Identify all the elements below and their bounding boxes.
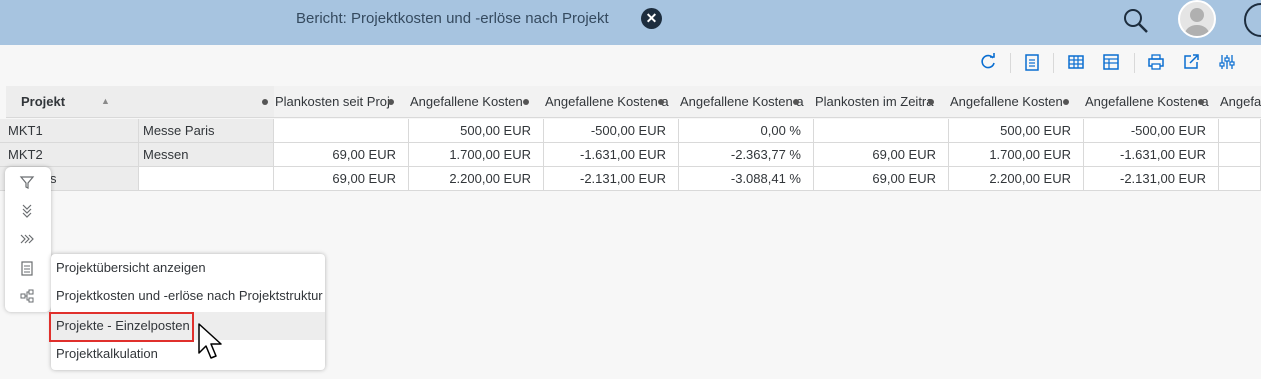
expand-right-icon[interactable] (19, 231, 35, 247)
table-settings-icon[interactable] (1101, 52, 1121, 72)
column-header-label: Angefallene Kosten (410, 94, 523, 109)
hierarchy-icon[interactable] (19, 288, 35, 304)
filter-icon[interactable] (19, 174, 35, 190)
value-cell: 69,00 EUR (814, 167, 949, 191)
close-icon[interactable]: ✕ (641, 8, 662, 29)
column-menu-icon[interactable] (262, 99, 268, 105)
column-menu-icon[interactable] (928, 99, 934, 105)
project-id-cell: MKT2 (0, 143, 139, 167)
column-header-label: Angefallene Kosten a (545, 94, 669, 109)
column-header[interactable]: Plankosten seit Proj (274, 86, 409, 118)
value-cell: 0,00 % (679, 119, 814, 143)
menu-item-projektkosten-struktur[interactable]: Projektkosten und -erlöse nach Projektst… (51, 282, 325, 310)
value-cell (1219, 119, 1261, 143)
table-toolbar (0, 45, 1261, 79)
value-cell (274, 119, 409, 143)
value-cell: 2.200,00 EUR (409, 167, 544, 191)
value-cell: -1.631,00 EUR (544, 143, 679, 167)
column-menu-icon[interactable] (1198, 99, 1204, 105)
column-header-label: Projekt (21, 94, 66, 109)
table-icon[interactable] (1066, 52, 1086, 72)
column-header-label: Angefallene Kosten a (680, 94, 804, 109)
toolbar-separator (1134, 53, 1135, 73)
value-cell: -500,00 EUR (544, 119, 679, 143)
value-cell: -500,00 EUR (1084, 119, 1219, 143)
value-cell: 69,00 EUR (274, 167, 409, 191)
value-cell (814, 119, 949, 143)
table-row[interactable]: MKT2 Messen 69,00 EUR 1.700,00 EUR -1.63… (0, 143, 1261, 167)
value-cell: 1.700,00 EUR (409, 143, 544, 167)
column-header-label: Angefallene Kosten a (1085, 94, 1209, 109)
value-cell: 69,00 EUR (274, 143, 409, 167)
value-cell: 69,00 EUR (814, 143, 949, 167)
page-title: Bericht: Projektkosten und -erlöse nach … (296, 10, 609, 27)
highlight-annotation (49, 312, 194, 342)
value-cell: 2.200,00 EUR (949, 167, 1084, 191)
column-menu-icon[interactable] (793, 99, 799, 105)
value-cell: -2.363,77 % (679, 143, 814, 167)
column-header-label: Plankosten seit Proj (275, 94, 390, 109)
toolbar-separator (1010, 53, 1011, 73)
value-cell (1219, 143, 1261, 167)
value-cell: 1.700,00 EUR (949, 143, 1084, 167)
menu-item-projektkalkulation[interactable]: Projektkalkulation (51, 340, 325, 368)
column-header[interactable]: Plankosten im Zeitra (814, 86, 949, 118)
shell-bar: Bericht: Projektkosten und -erlöse nach … (0, 0, 1261, 45)
expand-down-icon[interactable] (19, 202, 35, 218)
clipboard-icon[interactable] (1022, 52, 1042, 72)
clipboard-icon[interactable] (19, 260, 35, 276)
cell-context-panel (5, 167, 51, 312)
column-header[interactable]: Angefallene Kosten a (679, 86, 814, 118)
value-cell: 500,00 EUR (409, 119, 544, 143)
column-header[interactable]: Angefal (1219, 86, 1261, 118)
column-menu-icon[interactable] (1063, 99, 1069, 105)
column-header-label: Angefal (1220, 94, 1261, 109)
project-name-cell: Messen (139, 143, 274, 167)
value-cell: 500,00 EUR (949, 119, 1084, 143)
project-id-cell: MKT1 (0, 119, 139, 143)
project-name-cell (139, 167, 274, 191)
sort-ascending-icon[interactable]: ▲ (101, 96, 110, 106)
search-icon[interactable] (1122, 7, 1150, 35)
table-row[interactable]: s 69,00 EUR 2.200,00 EUR -2.131,00 EUR -… (0, 167, 1261, 191)
value-cell: -3.088,41 % (679, 167, 814, 191)
mouse-cursor-icon (198, 323, 222, 359)
column-header[interactable]: Angefallene Kosten (949, 86, 1084, 118)
column-header[interactable]: Angefallene Kosten a (1084, 86, 1219, 118)
table-row[interactable]: MKT1 Messe Paris 500,00 EUR -500,00 EUR … (0, 119, 1261, 143)
toolbar-separator (1053, 53, 1054, 73)
refresh-icon[interactable] (978, 52, 998, 72)
value-cell: -2.131,00 EUR (544, 167, 679, 191)
settings-icon[interactable] (1217, 52, 1237, 72)
help-icon[interactable] (1244, 3, 1261, 37)
project-name-cell: Messe Paris (139, 119, 274, 143)
print-icon[interactable] (1146, 52, 1166, 72)
export-icon[interactable] (1181, 52, 1201, 72)
column-menu-icon[interactable] (523, 99, 529, 105)
column-menu-icon[interactable] (658, 99, 664, 105)
value-cell (1219, 167, 1261, 191)
value-cell: -2.131,00 EUR (1084, 167, 1219, 191)
column-header-label: Plankosten im Zeitra (815, 94, 934, 109)
column-header[interactable]: Angefallene Kosten a (544, 86, 679, 118)
menu-item-projektuebersicht[interactable]: Projektübersicht anzeigen (51, 254, 325, 282)
column-header[interactable]: Angefallene Kosten (409, 86, 544, 118)
column-menu-icon[interactable] (388, 99, 394, 105)
value-cell: -1.631,00 EUR (1084, 143, 1219, 167)
column-header-projekt[interactable]: Projekt ▲ (6, 86, 274, 118)
avatar[interactable] (1178, 0, 1216, 38)
column-header-label: Angefallene Kosten (950, 94, 1063, 109)
